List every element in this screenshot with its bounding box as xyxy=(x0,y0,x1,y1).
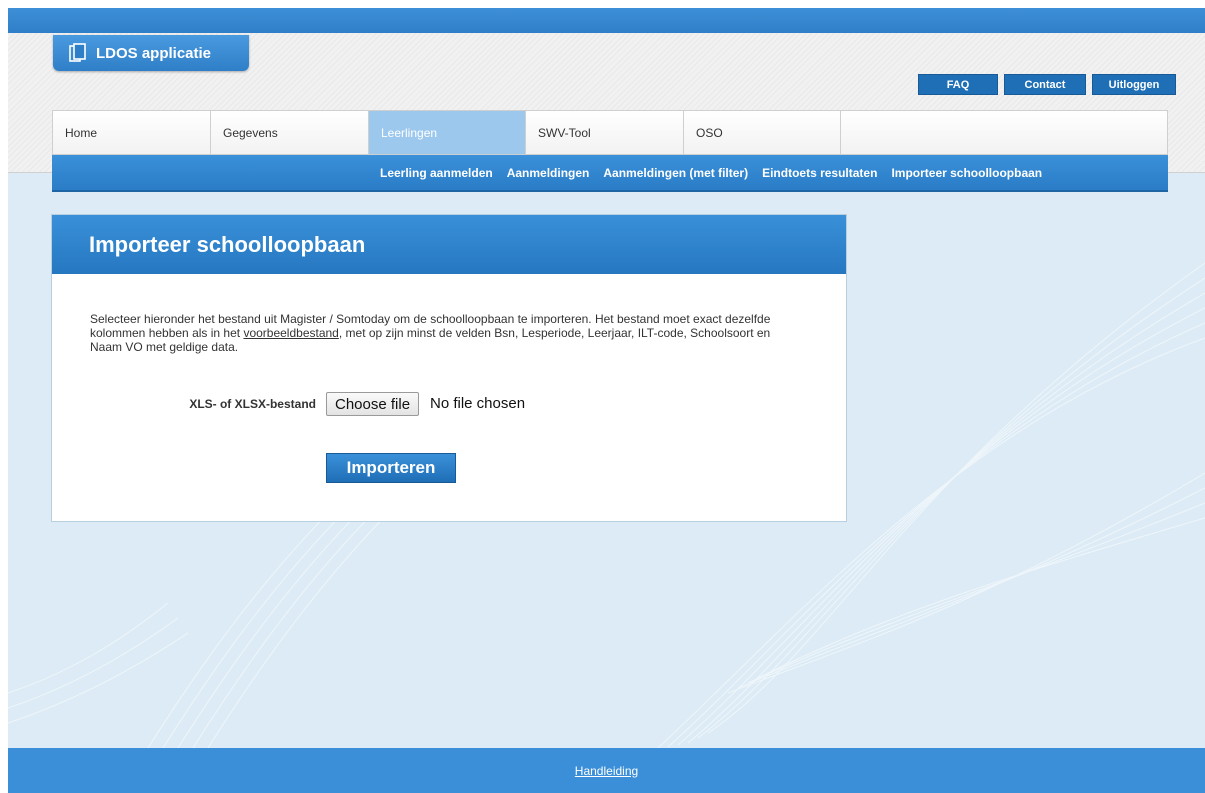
app-title: LDOS applicatie xyxy=(96,44,212,62)
footer: Handleiding xyxy=(8,748,1205,793)
nav-spacer xyxy=(841,111,1167,154)
documents-icon xyxy=(69,43,86,62)
manual-link[interactable]: Handleiding xyxy=(575,764,638,778)
app-frame: LDOS applicatie FAQ Contact Uitloggen Ho… xyxy=(8,8,1205,793)
file-upload-row: XLS- of XLSX-bestand Choose file No file… xyxy=(52,391,846,417)
page-title: Importeer schoolloopbaan xyxy=(52,215,846,274)
choose-file-button[interactable]: Choose file xyxy=(326,392,420,416)
header: LDOS applicatie FAQ Contact Uitloggen Ho… xyxy=(8,33,1205,192)
tab-oso[interactable]: OSO xyxy=(684,111,841,154)
tab-gegevens[interactable]: Gegevens xyxy=(211,111,369,154)
tab-home[interactable]: Home xyxy=(53,111,211,154)
voorbeeldbestand-link[interactable]: voorbeeldbestand xyxy=(243,326,338,340)
faq-button[interactable]: FAQ xyxy=(918,74,998,95)
contact-button[interactable]: Contact xyxy=(1004,74,1086,95)
import-panel: Importeer schoolloopbaan Selecteer hiero… xyxy=(51,214,847,522)
file-status: No file chosen xyxy=(430,395,526,412)
top-bar xyxy=(8,8,1205,33)
import-button[interactable]: Importeren xyxy=(326,453,456,483)
logout-button[interactable]: Uitloggen xyxy=(1092,74,1176,95)
top-links: FAQ Contact Uitloggen xyxy=(918,74,1176,95)
main-nav: Home Gegevens Leerlingen SWV-Tool OSO xyxy=(52,110,1168,155)
file-label: XLS- of XLSX-bestand xyxy=(189,397,316,411)
tab-swv-tool[interactable]: SWV-Tool xyxy=(526,111,684,154)
app-logo[interactable]: LDOS applicatie xyxy=(53,35,249,71)
tab-leerlingen[interactable]: Leerlingen xyxy=(369,111,526,154)
intro-text: Selecteer hieronder het bestand uit Magi… xyxy=(90,312,790,354)
